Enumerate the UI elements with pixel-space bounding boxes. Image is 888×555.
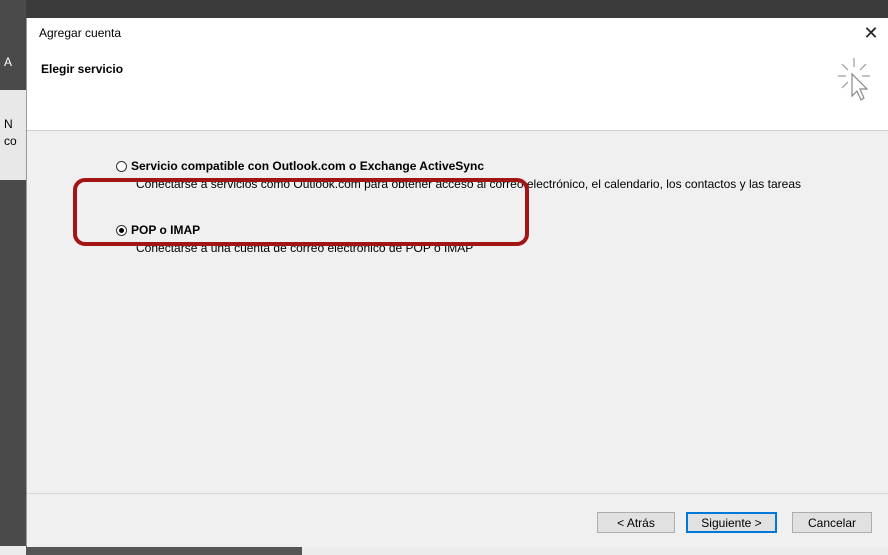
back-button[interactable]: < Atrás bbox=[597, 512, 675, 533]
highlight-annotation bbox=[73, 178, 529, 246]
close-button[interactable]: ✕ bbox=[854, 18, 888, 48]
background-sidebar-char: A bbox=[4, 55, 13, 69]
background-sidebar-char: N bbox=[4, 117, 13, 131]
cancel-button[interactable]: Cancelar bbox=[792, 512, 872, 533]
dialog-footer: < Atrás Siguiente > Cancelar bbox=[27, 493, 888, 547]
radio-exchange[interactable] bbox=[116, 160, 127, 172]
background-app-sidebar: A bbox=[0, 0, 26, 555]
next-button[interactable]: Siguiente > bbox=[686, 512, 777, 533]
option-exchange-label: Servicio compatible con Outlook.com o Ex… bbox=[131, 159, 484, 173]
background-app-bottom-panel bbox=[26, 546, 302, 555]
page-title: Elegir servicio bbox=[41, 62, 124, 76]
background-app-titlebar bbox=[0, 0, 888, 18]
background-sidebar-char: co bbox=[4, 134, 17, 148]
add-account-dialog: Agregar cuenta ✕ Elegir servicio Servici… bbox=[26, 18, 888, 547]
dialog-titlebar: Agregar cuenta ✕ bbox=[27, 18, 888, 48]
dialog-header: Elegir servicio bbox=[27, 48, 888, 131]
close-icon: ✕ bbox=[863, 22, 879, 43]
background-sidebar-panel: N co bbox=[0, 90, 26, 180]
cursor-sparkle-icon bbox=[838, 58, 870, 101]
dialog-title: Agregar cuenta bbox=[39, 26, 122, 40]
